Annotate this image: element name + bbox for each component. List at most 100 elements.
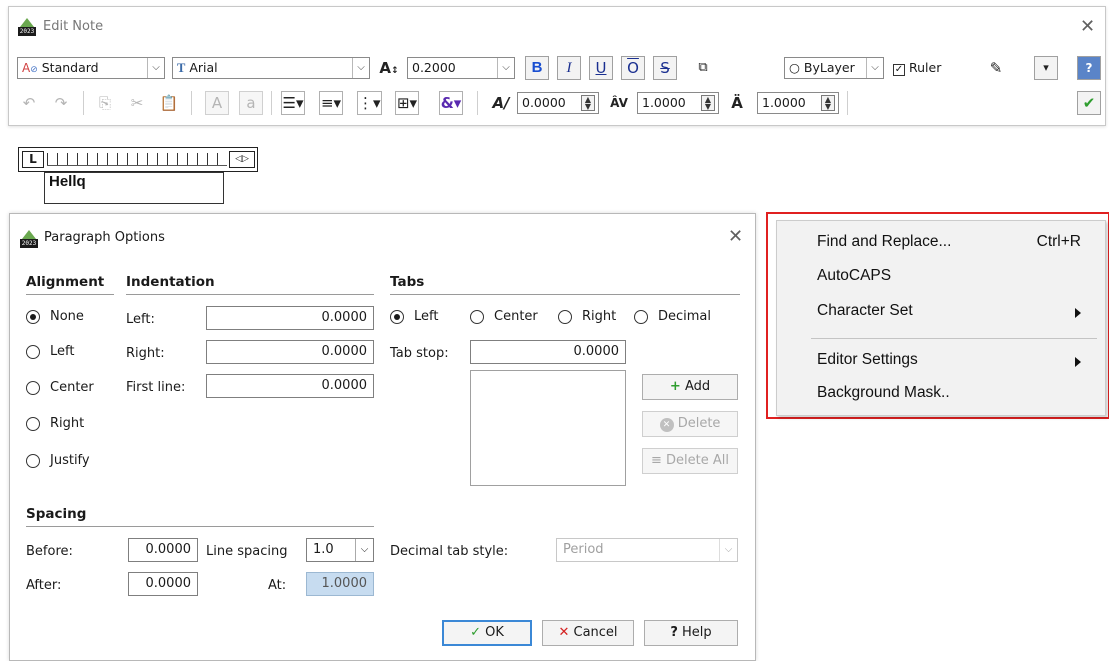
oblique-angle-icon: A/ [492, 94, 510, 112]
after-label: After: [26, 578, 62, 593]
submenu-arrow-icon [1075, 357, 1081, 367]
help-button[interactable]: ? Help [644, 620, 738, 646]
toolbar-divider [477, 91, 478, 115]
shortcut-label: Ctrl+R [1036, 233, 1081, 250]
accept-checkmark-icon[interactable]: ✔ [1077, 91, 1101, 115]
italic-button[interactable]: I [557, 56, 581, 80]
tracking-icon: ÂV [610, 96, 628, 110]
toolbar-divider [83, 91, 84, 115]
tab-stops-list[interactable] [470, 370, 626, 486]
ruler-checkbox[interactable]: ✓ Ruler [893, 60, 941, 76]
spinner-icon[interactable]: ▲ ▼ [821, 95, 835, 111]
chevron-down-icon[interactable]: ⌵ [866, 58, 883, 78]
more-options-icon[interactable]: ▾ [1034, 56, 1058, 80]
line-spacing-combo[interactable]: 1.0 ⌵ [306, 538, 374, 562]
indent-left-field[interactable]: 0.0000 [206, 306, 374, 330]
uppercase-icon[interactable]: A [205, 91, 229, 115]
question-icon: ? [670, 625, 678, 640]
tabs-header: Tabs [390, 274, 425, 290]
section-divider [26, 526, 374, 527]
mtext-editor[interactable]: Hellq [44, 172, 224, 204]
before-field[interactable]: 0.0000 [128, 538, 198, 562]
chevron-down-icon[interactable]: ⌵ [719, 539, 737, 561]
before-label: Before: [26, 544, 73, 559]
overline-button[interactable]: O [621, 56, 645, 80]
window-title: Edit Note [43, 19, 104, 34]
indent-right-label: Right: [126, 346, 165, 361]
text-style-icon: A [22, 61, 31, 75]
section-divider [390, 294, 740, 295]
decimal-tab-style-combo[interactable]: Period ⌵ [556, 538, 738, 562]
chevron-down-icon[interactable]: ⌵ [355, 539, 373, 561]
color-combo[interactable]: ○ ByLayer ⌵ [784, 57, 884, 79]
ok-button[interactable]: ✓ OK [442, 620, 532, 646]
section-divider [126, 294, 374, 295]
columns-icon[interactable]: ⊞▾ [395, 91, 419, 115]
paragraph-options-dialog: 2023 Paragraph Options ✕ Alignment None … [9, 213, 756, 661]
radio-icon [26, 345, 40, 359]
context-menu-highlight: Find and Replace... Ctrl+R AutoCAPS Char… [766, 212, 1109, 419]
at-field: 1.0000 [306, 572, 374, 596]
tab-stop-field[interactable]: 0.0000 [470, 340, 626, 364]
insert-field-icon[interactable]: &▾ [439, 91, 463, 115]
radio-icon [558, 310, 572, 324]
close-icon[interactable]: ✕ [1080, 18, 1095, 36]
close-icon: ✕ [558, 625, 570, 640]
chevron-down-icon[interactable]: ⌵ [352, 58, 369, 78]
cut-icon[interactable]: ✂ [125, 91, 149, 115]
undo-icon[interactable]: ↶ [17, 91, 41, 115]
radio-icon [26, 381, 40, 395]
edit-note-window: 2023 Edit Note ✕ A⊘ Standard ⌵ T Arial ⌵… [8, 6, 1106, 126]
text-style-combo[interactable]: A⊘ Standard ⌵ [17, 57, 165, 79]
line-spacing-icon[interactable]: ☰▾ [281, 91, 305, 115]
help-icon[interactable]: ? [1077, 56, 1101, 80]
radio-icon [26, 417, 40, 431]
justify-icon[interactable]: ≡▾ [319, 91, 343, 115]
indent-right-field[interactable]: 0.0000 [206, 340, 374, 364]
close-icon[interactable]: ✕ [728, 228, 743, 246]
width-factor-icon: Ä [731, 94, 743, 112]
spinner-icon[interactable]: ▲ ▼ [701, 95, 715, 111]
copy-format-icon[interactable]: ⧉ [691, 56, 715, 80]
bullets-icon[interactable]: ⋮▾ [357, 91, 382, 115]
text-height-combo[interactable]: 0.2000 ⌵ [407, 57, 515, 79]
font-combo[interactable]: T Arial ⌵ [172, 57, 370, 79]
delete-circle-icon: ✕ [659, 418, 674, 432]
truetype-icon: T [177, 61, 186, 75]
spinner-icon[interactable]: ▲ ▼ [581, 95, 595, 111]
menu-divider [811, 338, 1097, 339]
radio-icon [634, 310, 648, 324]
checkmark-icon: ✓ [470, 625, 481, 640]
toolbar-divider [271, 91, 272, 115]
resize-arrows-icon[interactable]: ◁▷ [229, 151, 255, 168]
paste-icon[interactable]: 📋 [157, 91, 181, 115]
delete-all-tabs-button[interactable]: ≡ Delete All [642, 448, 738, 474]
redo-icon[interactable]: ↷ [49, 91, 73, 115]
ruler-ticks [47, 153, 227, 166]
eraser-icon[interactable]: ✎ [984, 56, 1008, 80]
text-height-icon: A↕ [379, 59, 399, 77]
after-field[interactable]: 0.0000 [128, 572, 198, 596]
chevron-down-icon[interactable]: ⌵ [147, 58, 164, 78]
add-tab-button[interactable]: + Add [642, 374, 738, 400]
edit-note-titlebar: 2023 Edit Note ✕ [9, 7, 1105, 47]
chevron-down-icon[interactable]: ⌵ [497, 58, 514, 78]
delete-tab-button[interactable]: ✕ Delete [642, 411, 738, 437]
decimal-tab-style-label: Decimal tab style: [390, 544, 509, 559]
radio-icon [26, 454, 40, 468]
underline-button[interactable]: U [589, 56, 613, 80]
bold-button[interactable]: B [525, 56, 549, 80]
lowercase-icon[interactable]: a [239, 91, 263, 115]
radio-selected-icon [26, 310, 40, 324]
cancel-button[interactable]: ✕ Cancel [542, 620, 634, 646]
copy-icon[interactable]: ⎘ [93, 91, 117, 115]
indent-first-line-field[interactable]: 0.0000 [206, 374, 374, 398]
plus-icon: + [669, 379, 681, 394]
radio-icon [470, 310, 484, 324]
alignment-header: Alignment [26, 274, 105, 290]
section-divider [26, 294, 114, 295]
tab-type-icon[interactable]: L [22, 151, 44, 168]
strikethrough-button[interactable]: S [653, 56, 677, 80]
delete-all-icon: ≡ [650, 453, 662, 468]
line-spacing-label: Line spacing [206, 544, 288, 559]
